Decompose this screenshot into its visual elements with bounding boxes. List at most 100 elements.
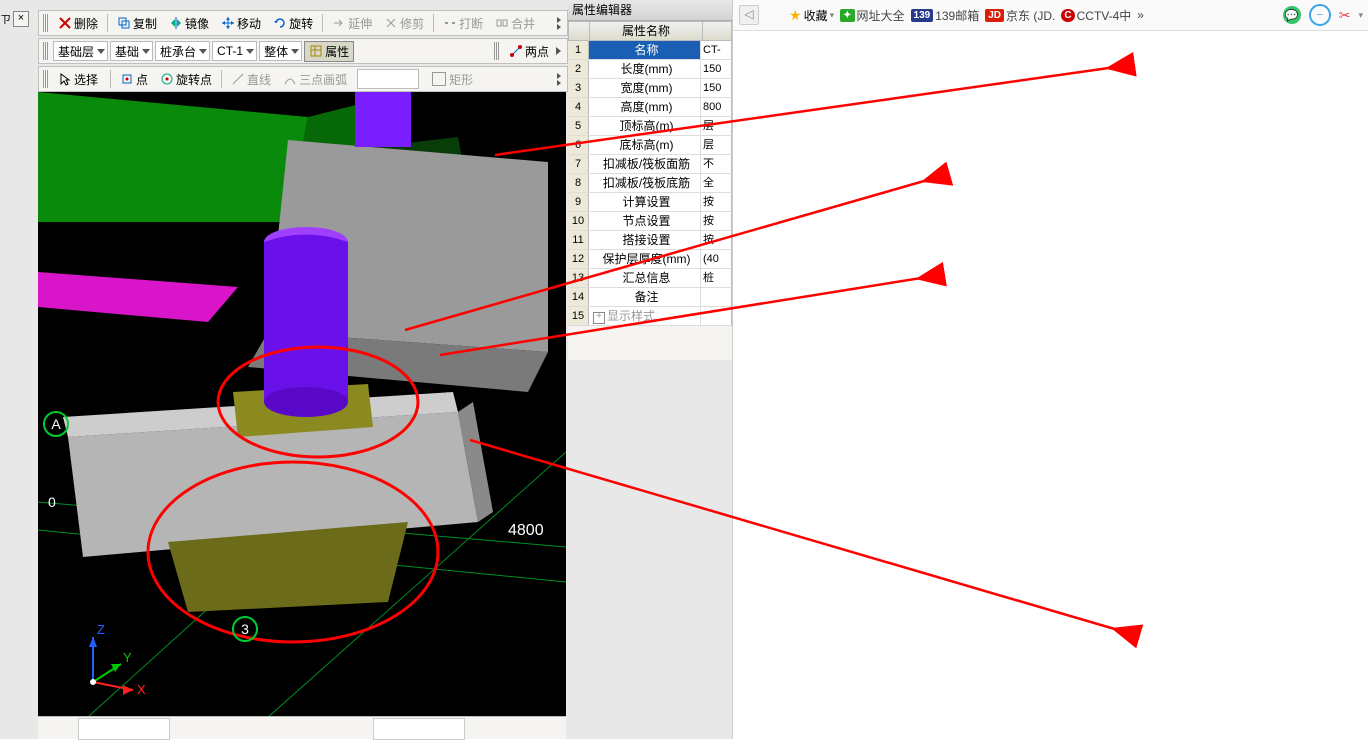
property-row[interactable]: 5顶标高(m)层 <box>568 117 732 136</box>
delete-button[interactable]: 删除 <box>53 13 103 34</box>
toolbar-grip[interactable] <box>43 42 49 60</box>
property-row[interactable]: 4高度(mm)800 <box>568 98 732 117</box>
chevron-down-icon[interactable]: ▾ <box>1358 10 1363 21</box>
row-value[interactable]: 桩 <box>701 269 731 287</box>
copy-icon <box>117 16 131 30</box>
row-value[interactable]: 按 <box>701 231 731 249</box>
arc-button[interactable]: 三点画弧 <box>278 69 355 90</box>
trim-button[interactable]: 修剪 <box>379 13 429 34</box>
row-value[interactable]: 150 <box>701 60 731 78</box>
row-key: 搭接设置 <box>589 231 701 249</box>
toolbar-grip[interactable] <box>43 14 49 32</box>
chevron-down-icon <box>246 49 254 54</box>
row-key: 汇总信息 <box>589 269 701 287</box>
cctv-label: CCTV-4中 <box>1077 7 1132 24</box>
layer-dropdown[interactable]: 基础层 <box>53 41 108 61</box>
property-row[interactable]: 12保护层厚度(mm)(40 <box>568 250 732 269</box>
360-icon: ✦ <box>840 9 854 22</box>
favorites-button[interactable]: ★收藏 ▾ <box>789 7 834 24</box>
property-row[interactable]: 10节点设置按 <box>568 212 732 231</box>
mirror-button[interactable]: 镜像 <box>164 13 214 34</box>
type-dropdown[interactable]: CT-1 <box>212 41 257 61</box>
move-button[interactable]: 移动 <box>216 13 266 34</box>
property-row[interactable]: 9计算设置按 <box>568 193 732 212</box>
attribute-button[interactable]: 属性 <box>304 41 354 62</box>
mirror-label: 镜像 <box>185 15 209 32</box>
property-row[interactable]: 14备注 <box>568 288 732 307</box>
category-dropdown[interactable]: 基础 <box>110 41 153 61</box>
mail139-button[interactable]: 139139邮箱 <box>911 7 980 24</box>
property-row[interactable]: 7扣减板/筏板面筋不 <box>568 155 732 174</box>
row-value[interactable]: 150 <box>701 79 731 97</box>
139-icon: 139 <box>911 9 934 22</box>
row-value[interactable]: 全 <box>701 174 731 192</box>
toolbar-overflow-icon[interactable] <box>557 73 561 86</box>
more-bookmarks[interactable]: » <box>1137 8 1144 22</box>
row-value[interactable]: 按 <box>701 212 731 230</box>
cctv-button[interactable]: CCCTV-4中 <box>1061 7 1131 24</box>
toolbar-grip[interactable] <box>43 70 49 88</box>
row-value[interactable]: 层 <box>701 136 731 154</box>
row-value[interactable] <box>701 288 731 306</box>
row-value[interactable]: 不 <box>701 155 731 173</box>
m139-label: 139邮箱 <box>935 7 979 24</box>
row-value[interactable] <box>701 307 731 325</box>
back-button[interactable]: ◁ <box>739 5 759 25</box>
property-row[interactable]: 6底标高(m)层 <box>568 136 732 155</box>
merge-icon <box>495 16 509 30</box>
expand-icon[interactable]: + <box>593 312 605 324</box>
select-button[interactable]: 选择 <box>53 69 106 90</box>
scissors-icon[interactable]: ✂ <box>1339 7 1351 24</box>
chevron-down-icon <box>291 49 299 54</box>
row-value[interactable]: 800 <box>701 98 731 116</box>
filter-dropdown[interactable]: 整体 <box>259 41 302 61</box>
pivot-button[interactable]: 旋转点 <box>155 69 217 90</box>
row-key: 高度(mm) <box>589 98 701 116</box>
cursor-icon <box>58 72 72 86</box>
property-row[interactable]: 2长度(mm)150 <box>568 60 732 79</box>
toolbar-overflow-icon[interactable] <box>556 47 561 55</box>
close-icon[interactable]: × <box>13 11 29 27</box>
line-button[interactable]: 直线 <box>226 69 276 90</box>
property-row[interactable]: 1名称CT- <box>568 41 732 60</box>
break-button[interactable]: 打断 <box>438 13 488 34</box>
minus-circle-icon[interactable]: − <box>1309 4 1331 26</box>
rect-button[interactable]: 矩形 <box>427 69 478 90</box>
axis-x: X <box>137 682 146 697</box>
break-icon <box>443 16 457 30</box>
property-row[interactable]: 3宽度(mm)150 <box>568 79 732 98</box>
break-label: 打断 <box>459 15 483 32</box>
merge-label: 合并 <box>511 15 535 32</box>
property-row[interactable]: 11搭接设置按 <box>568 231 732 250</box>
property-row[interactable]: 13汇总信息桩 <box>568 269 732 288</box>
chat-icon[interactable]: 💬 <box>1283 6 1301 24</box>
row-value[interactable]: CT- <box>701 41 731 59</box>
points-button[interactable]: 两点 <box>504 41 554 62</box>
property-row[interactable]: 8扣减板/筏板底筋全 <box>568 174 732 193</box>
row-key: 长度(mm) <box>589 60 701 78</box>
site-nav-button[interactable]: ✦网址大全 <box>840 7 904 24</box>
point-button[interactable]: 点 <box>115 69 153 90</box>
fwd-button[interactable] <box>765 6 783 24</box>
toolbar-overflow-icon[interactable] <box>557 17 561 30</box>
arc-icon <box>283 72 297 86</box>
empty-dropdown[interactable] <box>357 69 419 89</box>
copy-button[interactable]: 复制 <box>112 13 162 34</box>
row-value[interactable]: 按 <box>701 193 731 211</box>
filter-value: 整体 <box>264 43 288 60</box>
row-value[interactable]: (40 <box>701 250 731 268</box>
header-col-name[interactable]: 属性名称 <box>590 22 703 40</box>
axis-y: Y <box>123 650 132 665</box>
points-label: 两点 <box>525 43 549 60</box>
jd-button[interactable]: JD京东 (JD. <box>985 7 1055 24</box>
extend-button[interactable]: 延伸 <box>327 13 377 34</box>
viewport-3d[interactable]: A 3 0 4800 Z Y X <box>38 92 566 735</box>
cad-app: ㄗ × 删除 复制 镜像 移动 旋转 延伸 修剪 打断 合并 基础层 基础 桩承… <box>0 0 732 739</box>
property-row[interactable]: 15+显示样式 <box>568 307 732 326</box>
rotate-button[interactable]: 旋转 <box>268 13 318 34</box>
merge-button[interactable]: 合并 <box>490 13 540 34</box>
row-index: 9 <box>568 193 589 211</box>
row-value[interactable]: 层 <box>701 117 731 135</box>
toolbar-grip[interactable] <box>494 42 500 60</box>
component-dropdown[interactable]: 桩承台 <box>155 41 210 61</box>
